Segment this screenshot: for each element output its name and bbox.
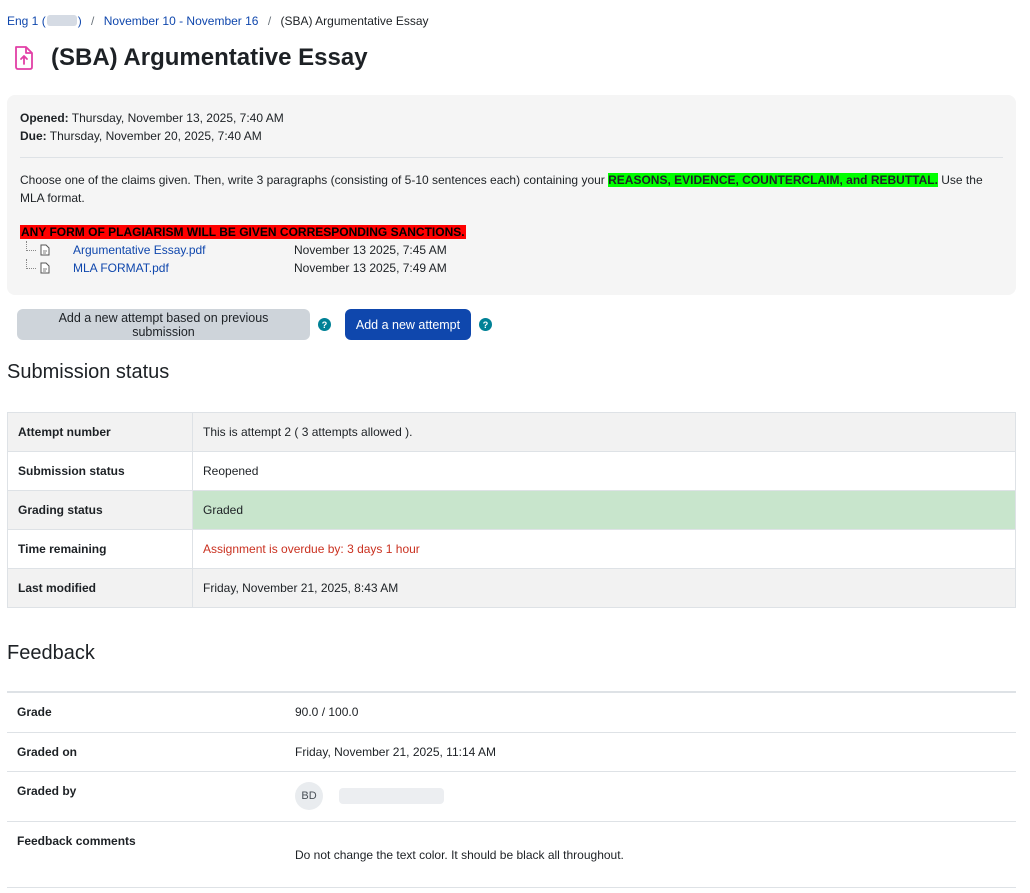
grading-status-value: Graded — [192, 490, 1016, 530]
row-value: Reopened — [192, 451, 1016, 491]
table-row: Last modified Friday, November 21, 2025,… — [7, 568, 1016, 608]
opened-label: Opened: — [20, 111, 69, 125]
table-row: Submission status Reopened — [7, 451, 1016, 491]
table-row: Graded by BD — [7, 770, 1016, 821]
row-label: Submission status — [7, 451, 193, 491]
divider — [20, 157, 1003, 158]
assignment-upload-icon — [10, 44, 38, 72]
page-header: (SBA) Argumentative Essay — [10, 44, 368, 72]
help-icon[interactable]: ? — [479, 318, 492, 331]
breadcrumb-week-link[interactable]: November 10 - November 16 — [104, 14, 259, 28]
breadcrumb-course-suffix: ) — [77, 14, 82, 28]
tree-connector — [26, 259, 36, 269]
activity-dates: Opened: Thursday, November 13, 2025, 7:4… — [20, 109, 1003, 145]
overdue-value: Assignment is overdue by: 3 days 1 hour — [192, 529, 1016, 569]
graded-on-label: Graded on — [7, 731, 285, 771]
description-text: Choose one of the claims given. Then, wr… — [20, 173, 609, 187]
table-row: Grade 90.0 / 100.0 — [7, 691, 1016, 732]
add-new-attempt-button[interactable]: Add a new attempt — [345, 309, 471, 340]
blurred-course-name — [46, 15, 77, 26]
row-label: Time remaining — [7, 529, 193, 569]
table-row: Attempt number This is attempt 2 ( 3 att… — [7, 412, 1016, 452]
table-row: Feedback comments Do not change the text… — [7, 820, 1016, 888]
row-label: Attempt number — [7, 412, 193, 452]
breadcrumb-course-prefix: Eng 1 ( — [7, 14, 46, 28]
attachment-item: Argumentative Essay.pdf November 13 2025… — [26, 241, 1003, 259]
pdf-file-icon — [38, 262, 52, 274]
row-label: Grading status — [7, 490, 193, 530]
attachment-item: MLA FORMAT.pdf November 13 2025, 7:49 AM — [26, 259, 1003, 277]
breadcrumb: Eng 1 () / November 10 - November 16 / (… — [7, 14, 429, 28]
opened-date: Opened: Thursday, November 13, 2025, 7:4… — [20, 109, 1003, 127]
breadcrumb-course-link[interactable]: Eng 1 () — [7, 14, 82, 28]
row-label: Last modified — [7, 568, 193, 608]
attempt-actions: Add a new attempt based on previous subm… — [17, 309, 506, 340]
graded-by-value: BD — [285, 770, 1016, 821]
table-row: Grading status Graded — [7, 490, 1016, 530]
tree-connector — [26, 241, 36, 251]
attachment-link[interactable]: MLA FORMAT.pdf — [73, 261, 294, 275]
feedback-table: Grade 90.0 / 100.0 Graded on Friday, Nov… — [7, 691, 1016, 888]
breadcrumb-separator: / — [267, 14, 272, 28]
due-label: Due: — [20, 129, 47, 143]
breadcrumb-separator: / — [91, 14, 95, 28]
blurred-grader-name[interactable] — [339, 788, 444, 804]
breadcrumb-current: (SBA) Argumentative Essay — [280, 14, 429, 28]
avatar[interactable]: BD — [295, 782, 323, 810]
add-attempt-from-previous-button[interactable]: Add a new attempt based on previous subm… — [17, 309, 310, 340]
feedback-comments-value: Do not change the text color. It should … — [285, 820, 1016, 888]
due-date: Due: Thursday, November 20, 2025, 7:40 A… — [20, 127, 1003, 145]
opened-value: Thursday, November 13, 2025, 7:40 AM — [71, 111, 284, 125]
table-row: Time remaining Assignment is overdue by:… — [7, 529, 1016, 569]
plagiarism-warning: ANY FORM OF PLAGIARISM WILL BE GIVEN COR… — [20, 225, 466, 239]
grade-label: Grade — [7, 691, 285, 732]
grade-value: 90.0 / 100.0 — [285, 691, 1016, 732]
help-icon[interactable]: ? — [318, 318, 331, 331]
submission-status-table: Attempt number This is attempt 2 ( 3 att… — [7, 412, 1016, 608]
page-title: (SBA) Argumentative Essay — [51, 44, 368, 71]
due-value: Thursday, November 20, 2025, 7:40 AM — [49, 129, 262, 143]
attachment-link[interactable]: Argumentative Essay.pdf — [73, 243, 294, 257]
submission-status-heading: Submission status — [7, 361, 170, 383]
attachment-list: Argumentative Essay.pdf November 13 2025… — [26, 241, 1003, 277]
feedback-heading: Feedback — [7, 642, 95, 664]
attachment-date: November 13 2025, 7:45 AM — [294, 243, 447, 257]
row-value: Friday, November 21, 2025, 8:43 AM — [192, 568, 1016, 608]
graded-on-value: Friday, November 21, 2025, 11:14 AM — [285, 731, 1016, 771]
graded-by-label: Graded by — [7, 770, 285, 821]
description-highlight: REASONS, EVIDENCE, COUNTERCLAIM, and REB… — [608, 173, 938, 187]
attachment-date: November 13 2025, 7:49 AM — [294, 261, 447, 275]
feedback-comments-label: Feedback comments — [7, 820, 285, 888]
pdf-file-icon — [38, 244, 52, 256]
assignment-description: Choose one of the claims given. Then, wr… — [20, 171, 1003, 207]
row-value: This is attempt 2 ( 3 attempts allowed )… — [192, 412, 1016, 452]
table-row: Graded on Friday, November 21, 2025, 11:… — [7, 731, 1016, 771]
activity-intro: Opened: Thursday, November 13, 2025, 7:4… — [7, 95, 1016, 295]
